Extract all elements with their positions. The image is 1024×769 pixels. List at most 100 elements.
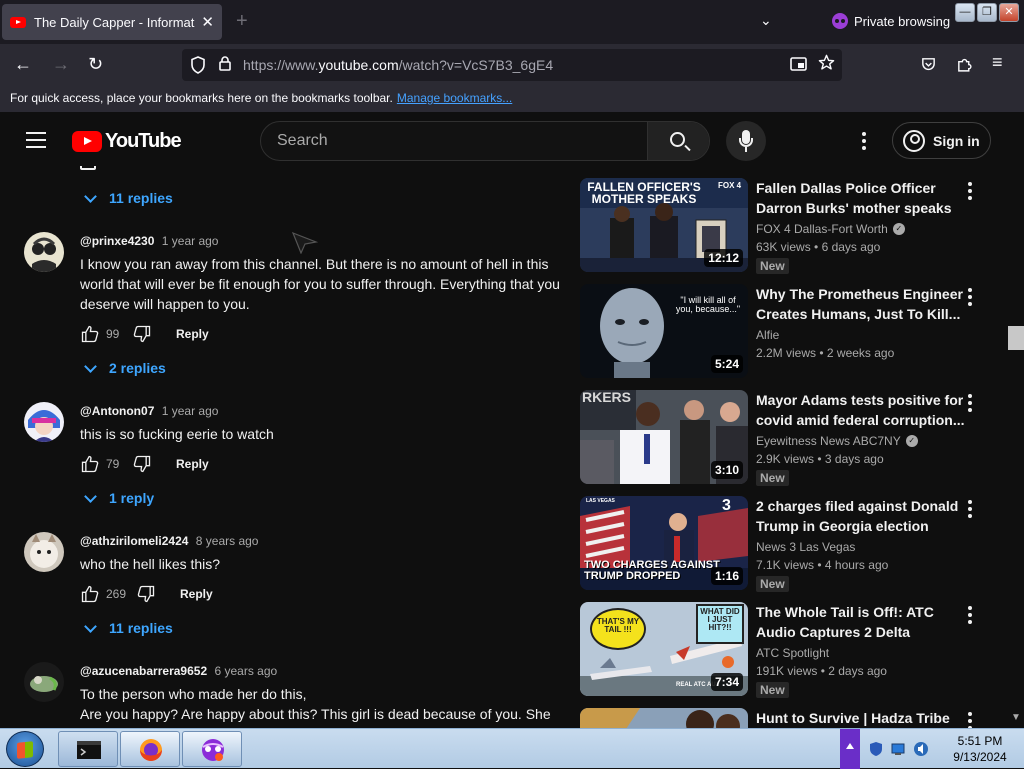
taskbar-app-terminal[interactable] <box>58 731 118 767</box>
view-replies-toggle[interactable]: 1 reply <box>84 489 154 506</box>
more-actions-icon[interactable] <box>968 394 972 412</box>
reply-button[interactable]: Reply <box>176 327 209 341</box>
tracking-shield-icon[interactable] <box>190 56 206 74</box>
reload-button[interactable]: ↻ <box>88 54 103 75</box>
app-menu-button[interactable]: ≡ <box>992 52 1003 73</box>
more-actions-icon[interactable] <box>968 182 972 200</box>
taskbar-app-firefox[interactable] <box>120 731 180 767</box>
back-button[interactable]: ← <box>14 54 32 75</box>
video-thumbnail[interactable]: FALLEN OFFICER'S MOTHER SPEAKS FOX 4 12:… <box>580 178 748 272</box>
start-button[interactable] <box>6 731 44 767</box>
tab-list-chevron-icon[interactable]: ⌄ <box>760 12 772 29</box>
dislike-icon[interactable] <box>136 584 156 604</box>
comment-header: @azucenabarrera9652 6 years ago <box>80 664 277 678</box>
avatar[interactable] <box>24 662 64 702</box>
reply-button[interactable]: Reply <box>176 457 209 471</box>
video-title[interactable]: Mayor Adams tests positive for covid ami… <box>756 390 966 430</box>
video-thumbnail[interactable] <box>580 708 748 728</box>
scroll-down-arrow-icon[interactable]: ▼ <box>1011 712 1021 723</box>
view-replies-toggle[interactable]: 11 replies <box>84 189 173 206</box>
sign-in-button[interactable]: Sign in <box>892 122 991 159</box>
video-channel[interactable]: News 3 Las Vegas <box>756 540 855 554</box>
page-scrollbar[interactable] <box>1008 112 1024 728</box>
like-icon[interactable] <box>80 454 100 474</box>
pocket-icon[interactable] <box>920 56 937 73</box>
search-button[interactable] <box>647 122 709 160</box>
comment-author[interactable]: @prinxe4230 <box>80 234 154 248</box>
avatar[interactable] <box>24 402 64 442</box>
dislike-icon[interactable] <box>132 324 152 344</box>
comment-author[interactable]: @athzirilomeli2424 <box>80 534 188 548</box>
comment-date[interactable]: 1 year ago <box>162 404 219 418</box>
comment-author[interactable]: @Antonon07 <box>80 404 154 418</box>
manage-bookmarks-link[interactable]: Manage bookmarks... <box>397 91 512 105</box>
like-icon[interactable] <box>80 584 100 604</box>
like-icon[interactable] <box>80 324 100 344</box>
video-channel[interactable]: FOX 4 Dallas-Fort Worth ✓ <box>756 222 905 236</box>
lock-icon[interactable] <box>218 55 232 71</box>
settings-more-icon[interactable] <box>862 132 866 150</box>
forward-button[interactable]: → <box>52 54 70 75</box>
network-icon[interactable] <box>890 741 906 757</box>
more-actions-icon[interactable] <box>968 500 972 518</box>
more-actions-icon[interactable] <box>968 712 972 728</box>
show-hidden-icons-button[interactable] <box>840 729 860 769</box>
video-card[interactable]: FALLEN OFFICER'S MOTHER SPEAKS FOX 4 12:… <box>580 178 1020 274</box>
more-actions-icon[interactable] <box>968 606 972 624</box>
video-card[interactable]: "I will kill all of you, because..." 5:2… <box>580 284 1020 380</box>
more-actions-icon[interactable] <box>968 288 972 306</box>
extensions-puzzle-icon[interactable] <box>956 56 973 73</box>
comment-date[interactable]: 1 year ago <box>162 234 219 248</box>
comment-date[interactable]: 8 years ago <box>196 534 259 548</box>
taskbar-clock[interactable]: 5:51 PM 9/13/2024 <box>940 733 1020 765</box>
volume-icon[interactable] <box>912 740 930 758</box>
browser-tab-active[interactable]: The Daily Capper - Information ✕ <box>2 4 222 40</box>
avatar[interactable] <box>24 232 64 272</box>
guide-menu-icon[interactable] <box>26 132 46 148</box>
like-count: 79 <box>106 457 120 471</box>
new-tab-button[interactable]: + <box>236 10 248 33</box>
video-thumbnail[interactable]: RKERS 3:10 <box>580 390 748 484</box>
video-duration: 1:16 <box>710 567 743 585</box>
close-window-button[interactable]: ✕ <box>999 3 1019 22</box>
video-title[interactable]: Fallen Dallas Police Officer Darron Burk… <box>756 178 966 218</box>
url-text[interactable]: https://www.youtube.com/watch?v=VcS7B3_6… <box>243 57 553 73</box>
video-card[interactable]: TWO CHARGES AGAINST TRUMP DROPPED 3 LAS … <box>580 496 1020 592</box>
video-title[interactable]: Hunt to Survive | Hadza Tribe <box>756 708 966 728</box>
system-tray: 5:51 PM 9/13/2024 <box>840 729 1024 769</box>
video-channel[interactable]: Eyewitness News ABC7NY ✓ <box>756 434 918 448</box>
comment-author[interactable]: @azucenabarrera9652 <box>80 664 207 678</box>
view-replies-toggle[interactable]: 2 replies <box>84 359 166 376</box>
youtube-logo[interactable]: YouTube <box>72 130 182 153</box>
like-count: 269 <box>106 587 127 601</box>
video-card[interactable]: Hunt to Survive | Hadza Tribe <box>580 708 1020 728</box>
scrollbar-thumb[interactable] <box>1008 326 1024 350</box>
search-input[interactable] <box>261 122 647 160</box>
avatar[interactable] <box>24 532 64 572</box>
maximize-button[interactable]: ❐ <box>977 3 997 22</box>
security-shield-icon[interactable] <box>868 741 884 757</box>
private-mask-icon <box>832 13 848 29</box>
video-thumbnail[interactable]: TWO CHARGES AGAINST TRUMP DROPPED 3 LAS … <box>580 496 748 590</box>
video-title[interactable]: 2 charges filed against Donald Trump in … <box>756 496 966 536</box>
video-card[interactable]: RKERS 3:10 Mayor Adams tests positive fo… <box>580 390 1020 486</box>
taskbar-app-firefox-private[interactable] <box>182 731 242 767</box>
address-bar[interactable]: https://www.youtube.com/watch?v=VcS7B3_6… <box>182 49 842 81</box>
browser-tab-bar: The Daily Capper - Information ✕ + ⌄ Pri… <box>0 0 1024 44</box>
view-replies-toggle[interactable]: 11 replies <box>84 619 173 636</box>
video-channel[interactable]: ATC Spotlight <box>756 646 829 660</box>
video-title[interactable]: The Whole Tail is Off!: ATC Audio Captur… <box>756 602 966 642</box>
reply-button[interactable]: Reply <box>180 587 213 601</box>
video-card[interactable]: THAT'S MY TAIL !!! WHAT DID I JUST HIT?!… <box>580 602 1020 698</box>
picture-in-picture-icon[interactable] <box>790 56 807 72</box>
minimize-button[interactable]: — <box>955 3 975 22</box>
video-title[interactable]: Why The Prometheus Engineer Creates Huma… <box>756 284 966 324</box>
video-channel[interactable]: Alfie <box>756 328 779 342</box>
voice-search-button[interactable] <box>726 121 766 161</box>
video-thumbnail[interactable]: THAT'S MY TAIL !!! WHAT DID I JUST HIT?!… <box>580 602 748 696</box>
comment-date[interactable]: 6 years ago <box>214 664 277 678</box>
dislike-icon[interactable] <box>132 454 152 474</box>
bookmark-star-icon[interactable] <box>818 54 835 71</box>
tab-close-icon[interactable]: ✕ <box>201 13 214 31</box>
video-thumbnail[interactable]: "I will kill all of you, because..." 5:2… <box>580 284 748 378</box>
